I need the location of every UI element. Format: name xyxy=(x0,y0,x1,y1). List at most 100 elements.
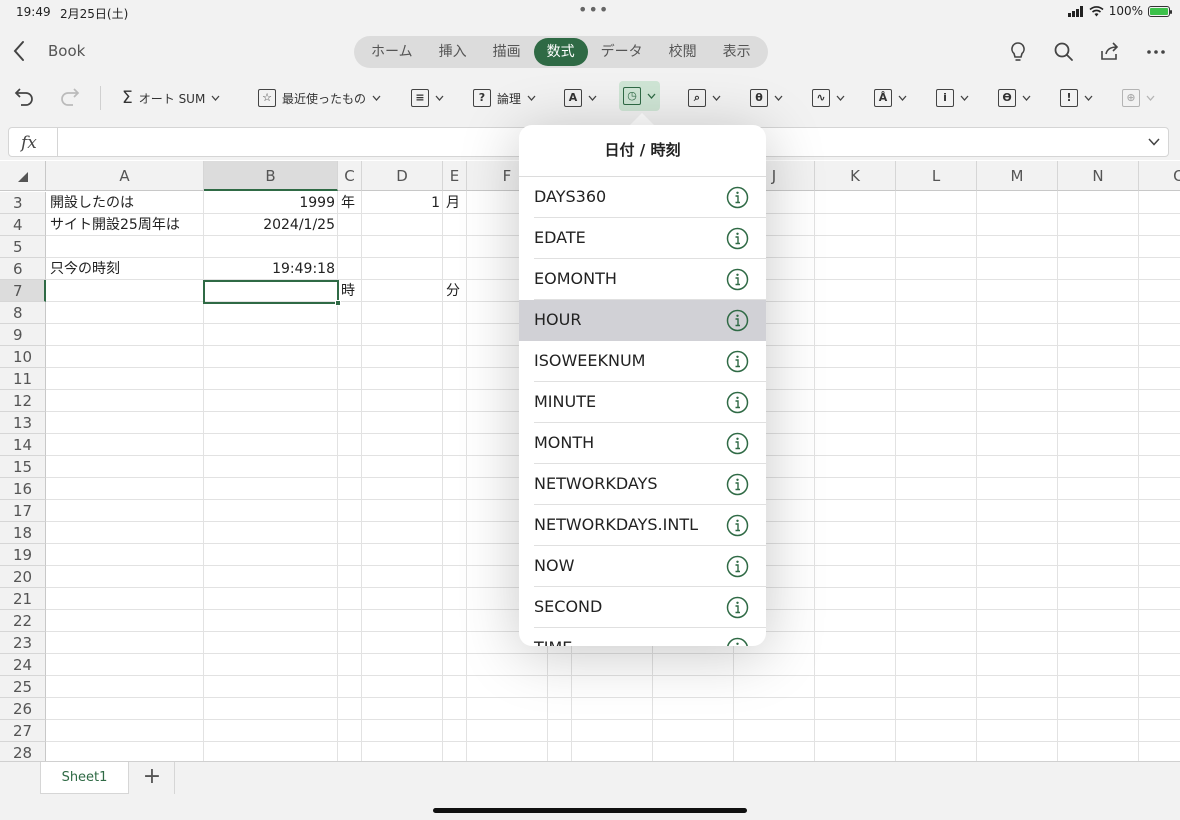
info-circle-icon[interactable] xyxy=(726,432,749,455)
row-header[interactable]: 11 xyxy=(0,368,46,390)
function-item-eomonth[interactable]: EOMONTH xyxy=(519,259,766,300)
row-header[interactable]: 18 xyxy=(0,522,46,544)
row-header[interactable]: 13 xyxy=(0,412,46,434)
row-header[interactable]: 28 xyxy=(0,742,46,761)
chevron-down-icon[interactable] xyxy=(1148,138,1160,146)
row-header[interactable]: 14 xyxy=(0,434,46,456)
function-item-days360[interactable]: DAYS360 xyxy=(519,177,766,218)
tab-formulas[interactable]: 数式 xyxy=(533,38,588,66)
cell-c3[interactable]: 年 xyxy=(341,192,361,214)
function-item-month[interactable]: MONTH xyxy=(519,423,766,464)
info-circle-icon[interactable] xyxy=(726,555,749,578)
function-item-minute[interactable]: MINUTE xyxy=(519,382,766,423)
row-header[interactable]: 22 xyxy=(0,610,46,632)
cell-b6[interactable]: 19:49:18 xyxy=(206,258,335,280)
row-header[interactable]: 24 xyxy=(0,654,46,676)
column-header-m[interactable]: M xyxy=(977,161,1058,191)
active-cell-b7[interactable] xyxy=(203,280,341,306)
autosum-button[interactable]: Σ オート SUM xyxy=(122,86,220,110)
tab-data[interactable]: データ xyxy=(588,38,656,66)
info-circle-icon[interactable] xyxy=(726,514,749,537)
row-header[interactable]: 4 xyxy=(0,214,46,236)
function-item-now[interactable]: NOW xyxy=(519,546,766,587)
fill-handle[interactable] xyxy=(335,300,341,306)
cell-c7[interactable]: 時 xyxy=(341,280,361,302)
tab-review[interactable]: 校閲 xyxy=(656,38,710,66)
row-header[interactable]: 27 xyxy=(0,720,46,742)
math-trig-button[interactable]: θ xyxy=(750,86,783,110)
row-header[interactable]: 15 xyxy=(0,456,46,478)
info-circle-icon[interactable] xyxy=(726,309,749,332)
function-item-time[interactable]: TIME xyxy=(519,628,766,646)
database-button[interactable]: ϴ xyxy=(998,86,1031,110)
tab-insert[interactable]: 挿入 xyxy=(426,38,480,66)
column-header-k[interactable]: K xyxy=(815,161,896,191)
statistical-button[interactable]: ∿ xyxy=(812,86,845,110)
function-item-edate[interactable]: EDATE xyxy=(519,218,766,259)
cell-e3[interactable]: 月 xyxy=(446,192,466,214)
cell-e7[interactable]: 分 xyxy=(446,280,466,302)
info-circle-icon[interactable] xyxy=(726,268,749,291)
row-header[interactable]: 21 xyxy=(0,588,46,610)
sheet-tab-sheet1[interactable]: Sheet1 xyxy=(40,762,129,794)
cell-b4[interactable]: 2024/1/25 xyxy=(206,214,335,236)
compatibility-button[interactable]: ! xyxy=(1060,86,1093,110)
financial-button[interactable]: ≡ xyxy=(411,86,444,110)
row-header[interactable]: 19 xyxy=(0,544,46,566)
text-functions-button[interactable]: A xyxy=(564,86,597,110)
info-circle-icon[interactable] xyxy=(726,473,749,496)
chevron-left-icon[interactable] xyxy=(12,40,26,62)
info-circle-icon[interactable] xyxy=(726,350,749,373)
column-header-l[interactable]: L xyxy=(896,161,977,191)
row-header[interactable]: 5 xyxy=(0,236,46,258)
web-functions-button[interactable]: ⊕ xyxy=(1122,86,1155,110)
share-icon[interactable] xyxy=(1098,40,1122,64)
column-header-d[interactable]: D xyxy=(362,161,443,191)
column-header-n[interactable]: N xyxy=(1058,161,1139,191)
redo-icon[interactable] xyxy=(58,84,82,108)
add-sheet-button[interactable]: + xyxy=(140,766,164,790)
cell-a3[interactable]: 開設したのは xyxy=(50,192,200,214)
column-header-c[interactable]: C xyxy=(338,161,362,191)
function-item-networkdays[interactable]: NETWORKDAYS xyxy=(519,464,766,505)
more-icon[interactable] xyxy=(1144,40,1168,64)
search-icon[interactable] xyxy=(1052,40,1076,64)
info-circle-icon[interactable] xyxy=(726,391,749,414)
row-header[interactable]: 7 xyxy=(0,280,46,302)
row-header[interactable]: 25 xyxy=(0,676,46,698)
info-circle-icon[interactable] xyxy=(726,637,749,646)
column-header-a[interactable]: A xyxy=(46,161,204,191)
info-circle-icon[interactable] xyxy=(726,596,749,619)
row-header[interactable]: 10 xyxy=(0,346,46,368)
row-header[interactable]: 20 xyxy=(0,566,46,588)
row-header[interactable]: 23 xyxy=(0,632,46,654)
cell-a4[interactable]: サイト開設25周年は xyxy=(50,214,200,236)
column-header-e[interactable]: E xyxy=(443,161,467,191)
workbook-title[interactable]: Book xyxy=(48,42,85,60)
info-circle-icon[interactable] xyxy=(726,227,749,250)
column-header-b[interactable]: B xyxy=(204,161,338,191)
tab-draw[interactable]: 描画 xyxy=(480,38,534,66)
function-item-second[interactable]: SECOND xyxy=(519,587,766,628)
home-indicator[interactable] xyxy=(433,808,747,813)
undo-icon[interactable] xyxy=(12,84,36,108)
function-item-isoweeknum[interactable]: ISOWEEKNUM xyxy=(519,341,766,382)
multitasking-dots-icon[interactable]: ••• xyxy=(578,0,609,19)
cell-b3[interactable]: 1999 xyxy=(206,192,335,214)
lightbulb-icon[interactable] xyxy=(1006,40,1030,64)
function-item-networkdays-intl[interactable]: NETWORKDAYS.INTL xyxy=(519,505,766,546)
row-header[interactable]: 17 xyxy=(0,500,46,522)
tab-view[interactable]: 表示 xyxy=(710,38,764,66)
row-header[interactable]: 9 xyxy=(0,324,46,346)
logical-button[interactable]: ? 論理 xyxy=(473,86,536,110)
column-header-o[interactable]: O xyxy=(1139,161,1180,191)
row-header[interactable]: 8 xyxy=(0,302,46,324)
row-header[interactable]: 26 xyxy=(0,698,46,720)
recent-functions-button[interactable]: ☆ 最近使ったもの xyxy=(258,86,381,110)
information-button[interactable]: i xyxy=(936,86,969,110)
select-all-corner[interactable] xyxy=(0,161,46,191)
row-header[interactable]: 16 xyxy=(0,478,46,500)
row-header[interactable]: 6 xyxy=(0,258,46,280)
cell-a6[interactable]: 只今の時刻 xyxy=(50,258,200,280)
row-header[interactable]: 12 xyxy=(0,390,46,412)
